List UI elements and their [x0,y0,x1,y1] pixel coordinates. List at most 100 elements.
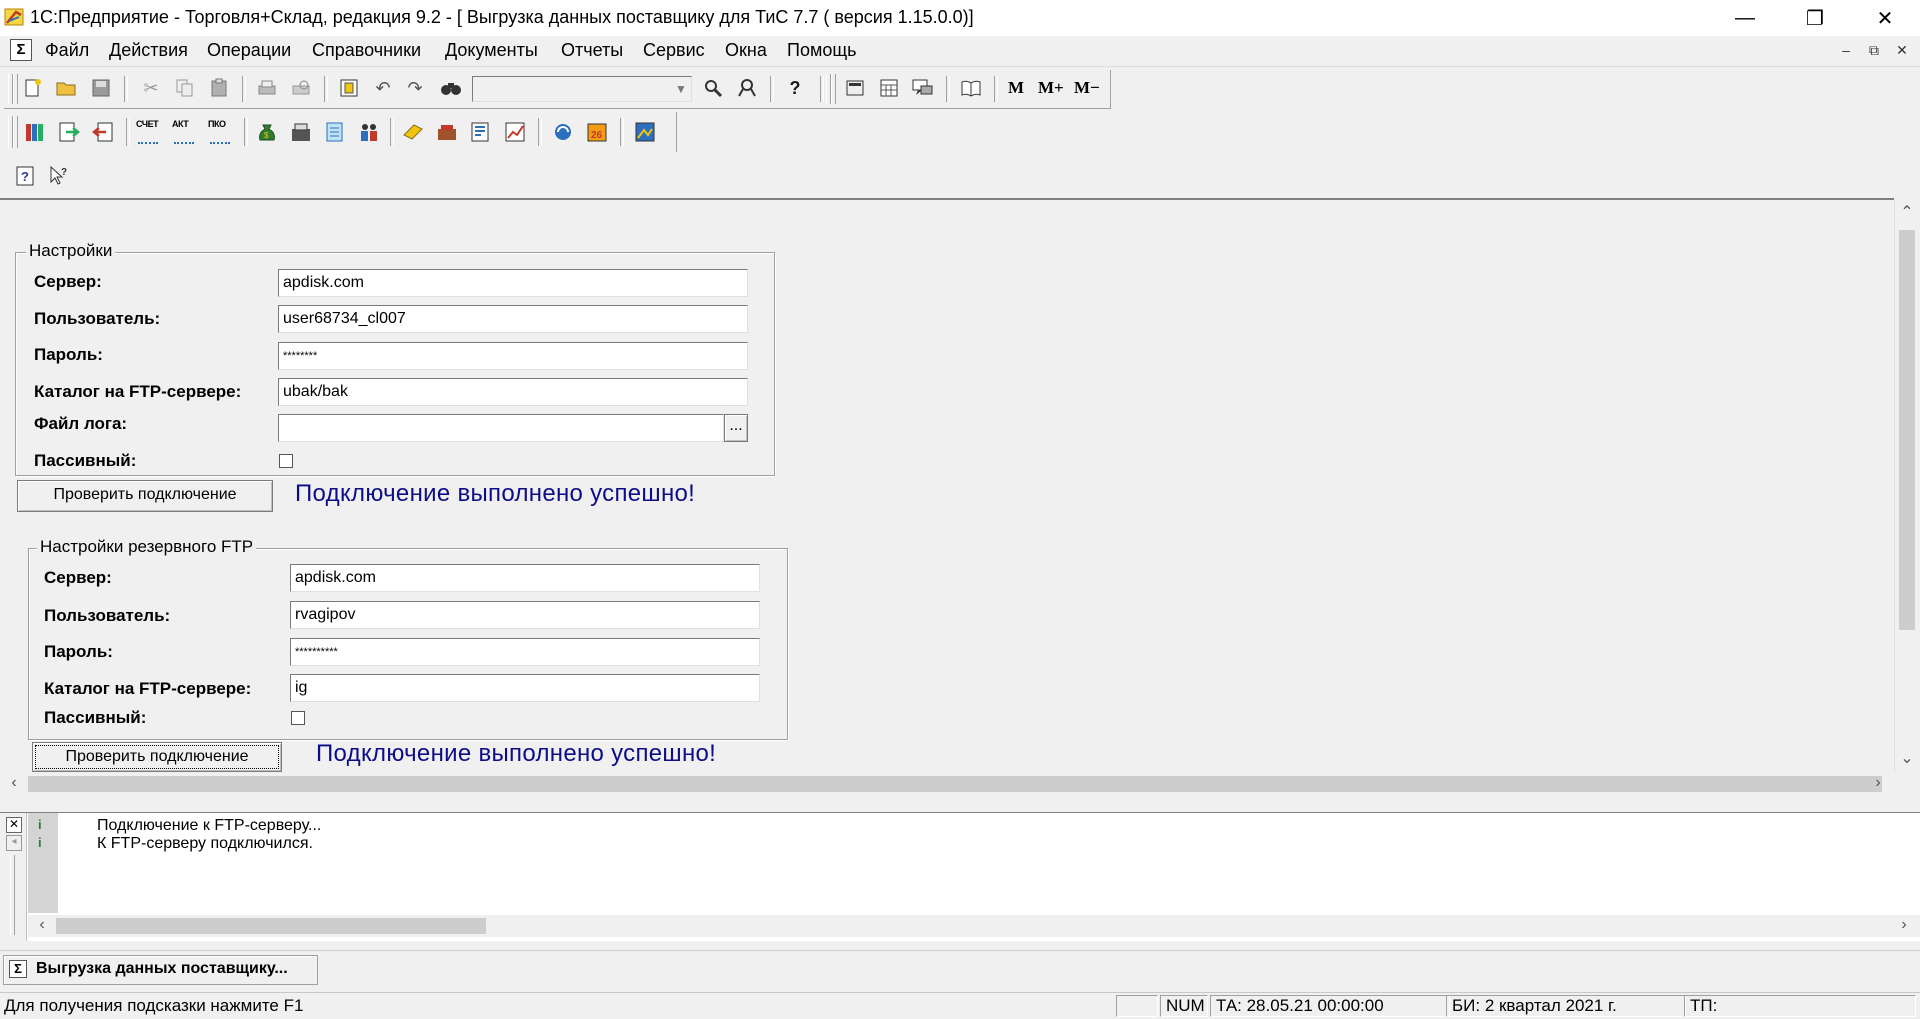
act-button[interactable]: АКТ [172,119,189,129]
memory-minus-button[interactable]: M− [1074,78,1100,98]
log-file-field[interactable] [278,414,724,442]
memory-plus-button[interactable]: M+ [1038,78,1064,98]
form-vertical-scrollbar[interactable]: ⌃ ⌄ [1894,200,1919,772]
update-icon[interactable] [550,119,576,145]
calendar-day-icon[interactable]: 26 [584,119,610,145]
money-bag-icon[interactable]: $ [254,119,280,145]
chart-icon[interactable] [502,119,528,145]
undo-icon[interactable]: ↶ [370,75,396,101]
scroll-left-icon[interactable]: ‹ [6,774,22,792]
menu-file[interactable]: Файл [45,40,89,61]
status-bi: БИ: 2 квартал 2021 г. [1446,995,1686,1017]
menu-actions[interactable]: Действия [109,40,188,61]
backup-check-connection-button[interactable]: Проверить подключение [32,742,282,772]
scroll-right-icon[interactable]: › [1896,916,1912,934]
info-icon: i [38,835,42,850]
redo-icon[interactable]: ↷ [402,75,428,101]
user-field[interactable]: user68734_cl007 [278,305,748,333]
chat-icon[interactable] [910,75,936,101]
find-prev-icon[interactable] [734,75,760,101]
scroll-thumb[interactable] [56,918,486,934]
app-icon[interactable] [4,6,26,28]
menu-operations[interactable]: Операции [207,40,291,61]
menu-documents[interactable]: Документы [445,40,538,61]
copy-icon[interactable] [172,75,198,101]
scroll-left-icon[interactable]: ‹ [34,916,50,934]
picture-icon[interactable] [632,119,658,145]
menu-service[interactable]: Сервис [643,40,705,61]
properties-icon[interactable] [336,75,362,101]
context-help-icon[interactable]: ? [46,163,72,189]
warehouse-icon[interactable] [434,119,460,145]
books-icon[interactable] [22,119,48,145]
memory-button[interactable]: M [1008,78,1024,98]
window-tab[interactable]: Σ Выгрузка данных поставщику... [3,955,318,985]
print-preview-icon[interactable] [288,75,314,101]
paste-icon[interactable] [206,75,232,101]
toolbar-grip[interactable] [13,74,18,104]
chevron-down-icon[interactable]: ▼ [672,78,690,100]
backup-server-field[interactable]: apdisk.com [290,564,760,592]
backup-ftp-catalog-field[interactable]: ig [290,674,760,702]
calendar-icon[interactable] [876,75,902,101]
mdi-restore-button[interactable]: ⧉ [1864,41,1884,59]
document-list-icon[interactable] [322,119,348,145]
backup-server-label: Сервер: [44,568,112,587]
goods-icon[interactable] [400,119,426,145]
menu-windows[interactable]: Окна [725,40,767,61]
open-folder-icon[interactable] [54,75,80,101]
close-button[interactable]: ✕ [1850,0,1920,36]
import-icon[interactable] [56,119,82,145]
menu-references[interactable]: Справочники [312,40,421,61]
calculator-icon[interactable] [842,75,868,101]
toolbar-grip[interactable] [13,116,18,148]
book-icon[interactable] [958,75,984,101]
toolbar-grip[interactable] [831,74,836,104]
window-title: 1С:Предприятие - Торговля+Склад, редакци… [30,7,974,27]
backup-user-field[interactable]: rvagipov [290,601,760,629]
form-horizontal-scrollbar[interactable]: ‹ › [0,772,1894,796]
scroll-down-icon[interactable]: ⌄ [1895,748,1919,768]
backup-ftp-group-title: Настройки резервного FTP [37,537,257,557]
ftp-catalog-field[interactable]: ubak/bak [278,378,748,406]
system-menu-icon[interactable]: Σ [10,39,32,61]
mdi-minimize-button[interactable]: – [1836,41,1856,59]
cash-register-icon[interactable] [288,119,314,145]
close-messages-icon[interactable]: ✕ [6,817,22,833]
server-field[interactable]: apdisk.com [278,269,748,297]
export-icon[interactable] [90,119,116,145]
cash-receipt-button[interactable]: ПКО [208,119,226,129]
print-icon[interactable] [254,75,280,101]
find-next-icon[interactable] [700,75,726,101]
status-hint: Для получения подсказки нажмите F1 [4,996,304,1015]
log-file-browse-button[interactable]: ... [724,414,748,442]
backup-passive-checkbox[interactable] [291,711,305,725]
password-field[interactable]: ******** [278,342,748,370]
pin-messages-icon[interactable]: ◂ [6,835,22,851]
cut-icon[interactable]: ✂ [138,75,164,101]
minimize-button[interactable]: — [1710,0,1780,36]
svg-text:?: ? [61,167,67,178]
panel-grip[interactable] [10,855,15,935]
menu-help[interactable]: Помощь [787,40,857,61]
people-icon[interactable] [356,119,382,145]
scroll-up-icon[interactable]: ⌃ [1895,202,1919,222]
invoice-button[interactable]: СЧЕТ [136,119,159,129]
menu-reports[interactable]: Отчеты [561,40,623,61]
scroll-right-icon[interactable]: › [1870,774,1886,792]
messages-horizontal-scrollbar[interactable]: ‹ › [28,915,1920,937]
passive-checkbox[interactable] [279,454,293,468]
help-topics-icon[interactable]: ? [12,163,38,189]
scroll-thumb[interactable] [1899,230,1915,630]
new-document-icon[interactable] [20,75,46,101]
check-connection-button[interactable]: Проверить подключение [17,480,273,512]
restore-button[interactable]: ❐ [1780,0,1850,36]
save-icon[interactable] [88,75,114,101]
mdi-close-button[interactable]: ✕ [1892,41,1912,59]
help-icon[interactable]: ? [782,75,808,101]
backup-password-field[interactable]: ********** [290,638,760,666]
find-icon[interactable] [438,75,464,101]
scroll-thumb[interactable] [28,776,1882,792]
search-combobox[interactable] [472,76,692,102]
report-icon[interactable] [468,119,494,145]
